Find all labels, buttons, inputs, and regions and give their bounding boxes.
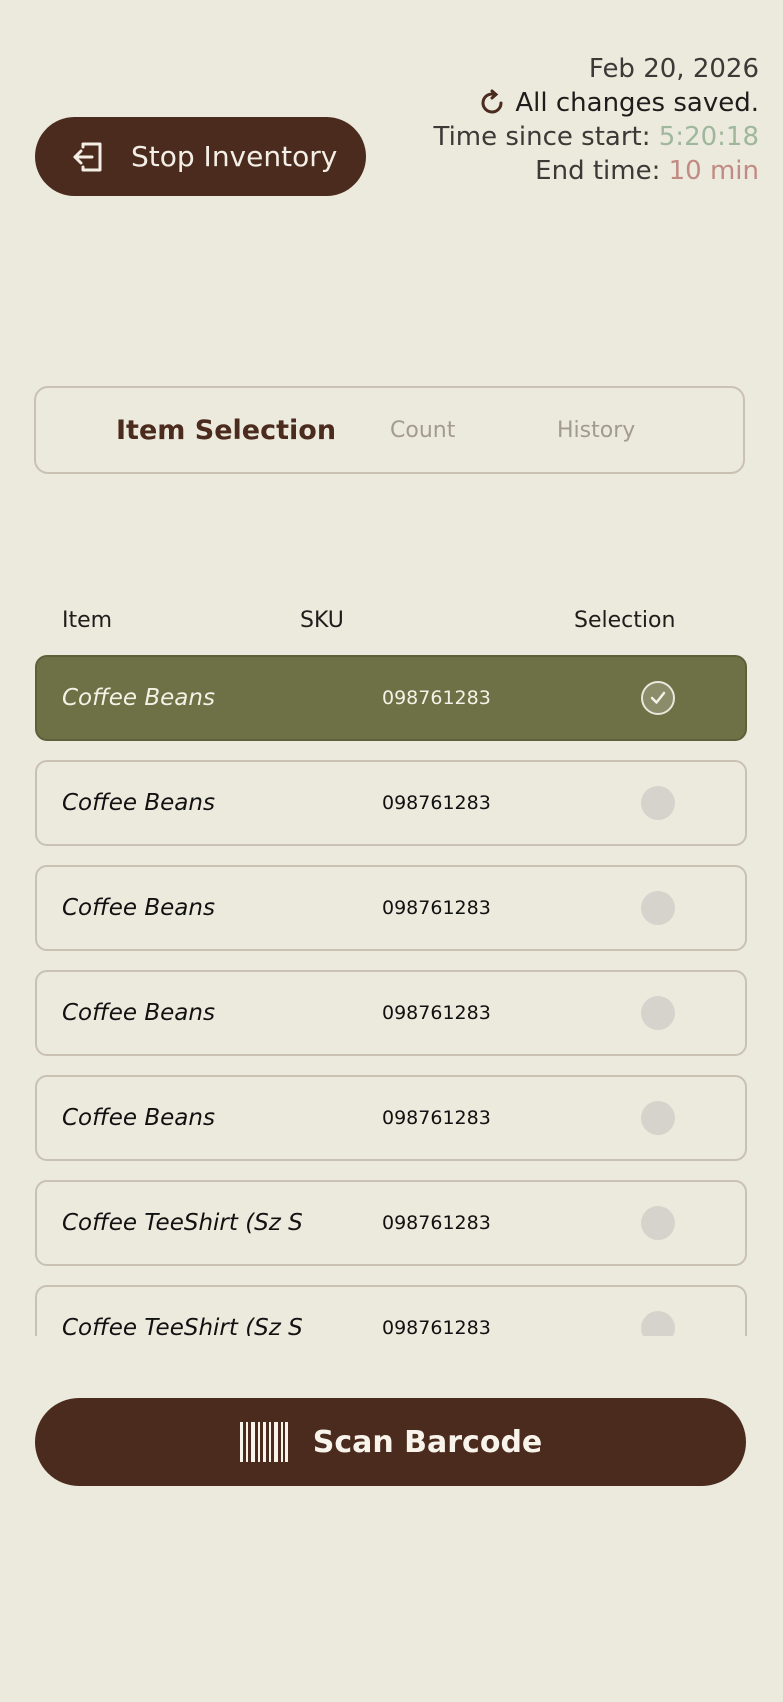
table-row[interactable]: Coffee TeeShirt (Sz S 098761283 xyxy=(35,1180,747,1266)
item-name: Coffee Beans xyxy=(62,1000,215,1026)
table-row[interactable]: Coffee Beans 098761283 xyxy=(35,760,747,846)
selection-radio[interactable] xyxy=(641,786,675,820)
tab-item-selection[interactable]: Item Selection xyxy=(116,388,336,472)
session-status: Feb 20, 2026 All changes saved. Time sin… xyxy=(433,52,759,188)
date-label: Feb 20, 2026 xyxy=(588,54,759,84)
exit-icon xyxy=(71,140,105,174)
tab-bar: Item Selection Count History xyxy=(34,386,745,474)
table-row[interactable]: Coffee Beans 098761283 xyxy=(35,1075,747,1161)
item-sku: 098761283 xyxy=(382,897,491,919)
selection-radio[interactable] xyxy=(641,996,675,1030)
selection-radio[interactable] xyxy=(641,1101,675,1135)
item-name: Coffee Beans xyxy=(62,1105,215,1131)
item-name: Coffee Beans xyxy=(62,685,215,711)
save-status-text: All changes saved. xyxy=(515,88,759,118)
item-name: Coffee TeeShirt (Sz S xyxy=(62,1315,303,1336)
refresh-icon xyxy=(477,88,507,118)
item-sku: 098761283 xyxy=(382,1317,491,1336)
selection-radio[interactable] xyxy=(641,681,675,715)
item-sku: 098761283 xyxy=(382,1212,491,1234)
stop-inventory-button[interactable]: Stop Inventory xyxy=(35,117,366,196)
scan-barcode-button[interactable]: Scan Barcode xyxy=(35,1398,746,1486)
selection-radio[interactable] xyxy=(641,1311,675,1336)
column-header-item: Item xyxy=(62,608,113,633)
item-name: Coffee TeeShirt (Sz S xyxy=(62,1210,303,1236)
save-status: All changes saved. xyxy=(433,86,759,120)
item-sku: 098761283 xyxy=(382,1107,491,1129)
end-time-label: End time: xyxy=(535,156,661,186)
end-time: End time: 10 min xyxy=(433,154,759,188)
stop-inventory-label: Stop Inventory xyxy=(131,140,338,173)
end-time-value: 10 min xyxy=(668,156,759,186)
column-header-sku: SKU xyxy=(300,608,344,633)
time-since-value: 5:20:18 xyxy=(658,122,759,152)
barcode-icon xyxy=(239,1421,289,1463)
table-row[interactable]: Coffee Beans 098761283 xyxy=(35,970,747,1056)
scan-barcode-label: Scan Barcode xyxy=(312,1424,543,1460)
item-sku: 098761283 xyxy=(382,1002,491,1024)
item-sku: 098761283 xyxy=(382,687,491,709)
selection-radio[interactable] xyxy=(641,1206,675,1240)
selection-radio[interactable] xyxy=(641,891,675,925)
tab-history[interactable]: History xyxy=(557,388,635,472)
time-since-start: Time since start: 5:20:18 xyxy=(433,120,759,154)
table-row[interactable]: Coffee TeeShirt (Sz S 098761283 xyxy=(35,1285,747,1336)
table-row[interactable]: Coffee Beans 098761283 xyxy=(35,865,747,951)
tab-count[interactable]: Count xyxy=(390,388,455,472)
table-row[interactable]: Coffee Beans 098761283 xyxy=(35,655,747,741)
column-header-selection: Selection xyxy=(574,608,676,633)
item-name: Coffee Beans xyxy=(62,790,215,816)
item-name: Coffee Beans xyxy=(62,895,215,921)
item-sku: 098761283 xyxy=(382,792,491,814)
time-since-label: Time since start: xyxy=(433,122,651,152)
item-list[interactable]: Coffee Beans 098761283 Coffee Beans 0987… xyxy=(0,650,783,1336)
check-icon xyxy=(650,691,666,704)
